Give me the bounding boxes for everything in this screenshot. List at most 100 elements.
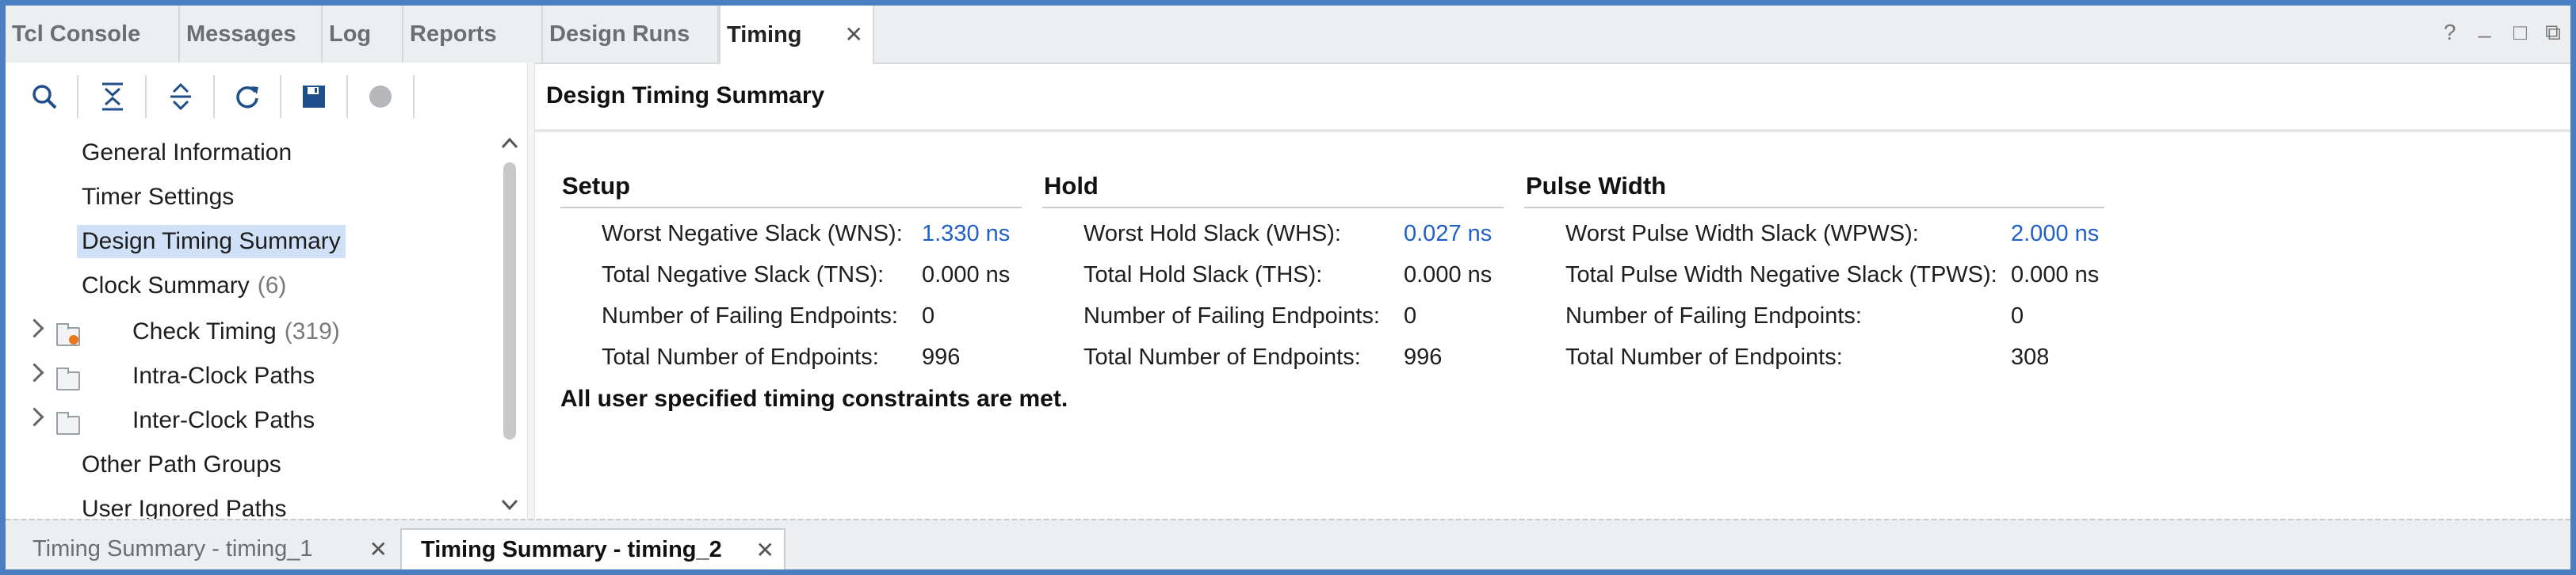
whs-value-link[interactable]: 0.027 ns <box>1404 221 1492 247</box>
tab-label: Timing Summary - timing_2 <box>421 536 722 562</box>
tree-item-other-path-groups[interactable]: Other Path Groups <box>82 444 281 486</box>
tab-label: Tcl Console <box>12 21 141 47</box>
tab-label: Log <box>329 21 372 47</box>
close-icon[interactable]: ✕ <box>756 537 774 563</box>
constraints-status-message: All user specified timing constraints ar… <box>560 386 1068 412</box>
tree-item-label: Inter-Clock Paths <box>132 407 315 433</box>
section-title: Hold <box>1042 172 1504 208</box>
tab-label: Messages <box>186 21 296 47</box>
setup-value: 0 <box>922 303 935 329</box>
close-icon[interactable]: ✕ <box>369 536 388 562</box>
setup-label: Total Negative Slack (TNS): <box>602 261 885 288</box>
hold-label: Worst Hold Slack (WHS): <box>1084 220 1341 246</box>
tree-item-label: General Information <box>82 139 292 166</box>
tab-label: Reports <box>410 21 497 47</box>
pulse-value: 0 <box>2011 303 2024 329</box>
hold-label: Total Hold Slack (THS): <box>1084 261 1323 288</box>
toolbar-separator <box>77 75 78 118</box>
tree-item-label: Design Timing Summary <box>77 225 346 258</box>
tree-scrollbar[interactable] <box>495 132 524 519</box>
toolbar-separator <box>346 75 348 118</box>
tab-log[interactable]: Log <box>323 6 403 63</box>
scroll-thumb[interactable] <box>503 162 516 440</box>
panel-title: Design Timing Summary <box>535 63 2570 132</box>
tree-item-clock-summary[interactable]: Clock Summary (6) <box>82 265 286 307</box>
split-handle[interactable] <box>527 63 535 519</box>
tree-item-label: User Ignored Paths <box>82 496 287 519</box>
report-tree: General Information Timer Settings Desig… <box>6 132 529 519</box>
setup-section: Setup <box>560 172 1022 208</box>
pulse-width-section: Pulse Width <box>1524 172 2104 208</box>
chevron-up-icon[interactable] <box>500 135 519 151</box>
tree-item-timer-settings[interactable]: Timer Settings <box>82 177 234 218</box>
toolbar-separator <box>213 75 215 118</box>
folder-warning-icon <box>56 322 80 346</box>
wpws-value-link[interactable]: 2.000 ns <box>2011 221 2099 247</box>
chevron-right-icon[interactable] <box>25 407 44 427</box>
hold-value: 996 <box>1404 345 1443 370</box>
expand-all-icon[interactable] <box>161 77 201 116</box>
tree-item-user-ignored-paths[interactable]: User Ignored Paths <box>82 489 286 519</box>
toolbar-separator <box>145 75 147 118</box>
panel-title-text: Design Timing Summary <box>546 82 825 109</box>
tab-timing-summary-2[interactable]: Timing Summary - timing_2 ✕ <box>400 528 785 569</box>
chevron-right-icon[interactable] <box>25 363 44 383</box>
setup-label: Total Number of Endpoints: <box>602 344 879 370</box>
top-tab-bar: Tcl Console Messages Log Reports Design … <box>6 6 2570 64</box>
tree-item-intra-clock-paths[interactable]: Intra-Clock Paths <box>132 356 315 397</box>
tree-item-inter-clock-paths[interactable]: Inter-Clock Paths <box>132 400 315 441</box>
hold-value: 0.000 ns <box>1404 262 1492 288</box>
setup-label: Number of Failing Endpoints: <box>602 303 898 329</box>
tab-messages[interactable]: Messages <box>180 6 323 63</box>
stop-icon[interactable] <box>361 77 400 116</box>
toolbar <box>6 63 529 131</box>
wns-value-link[interactable]: 1.330 ns <box>922 221 1010 247</box>
chevron-down-icon[interactable] <box>500 497 519 512</box>
tree-item-count: (319) <box>284 318 340 345</box>
setup-value: 0.000 ns <box>922 262 1011 288</box>
hold-section: Hold <box>1042 172 1504 208</box>
hold-label: Number of Failing Endpoints: <box>1084 303 1380 329</box>
collapse-all-icon[interactable] <box>93 77 132 116</box>
chevron-right-icon[interactable] <box>25 318 44 338</box>
setup-label: Worst Negative Slack (WNS): <box>602 220 903 246</box>
folder-icon <box>56 412 80 435</box>
pulse-label: Worst Pulse Width Slack (WPWS): <box>1565 220 1919 246</box>
tree-item-check-timing[interactable]: Check Timing (319) <box>132 311 340 352</box>
popout-icon[interactable]: ⧉ <box>2545 20 2561 46</box>
toolbar-separator <box>280 75 281 118</box>
pulse-label: Total Pulse Width Negative Slack (TPWS): <box>1565 261 1997 288</box>
tree-item-design-timing-summary[interactable]: Design Timing Summary <box>77 221 346 262</box>
tree-item-label: Clock Summary <box>82 272 250 299</box>
restore-icon[interactable]: □ <box>2513 20 2527 45</box>
search-icon[interactable] <box>25 77 64 116</box>
pulse-value: 0.000 ns <box>2011 262 2100 288</box>
hold-value: 0 <box>1404 303 1417 329</box>
tree-item-label: Timer Settings <box>82 184 235 210</box>
tree-item-label: Other Path Groups <box>82 451 281 478</box>
section-title: Pulse Width <box>1524 172 2104 208</box>
pulse-label: Number of Failing Endpoints: <box>1565 303 1862 329</box>
tab-design-runs[interactable]: Design Runs <box>543 6 719 63</box>
pulse-label: Total Number of Endpoints: <box>1565 344 1843 370</box>
tab-label: Timing Summary - timing_1 <box>32 535 313 562</box>
help-icon[interactable]: ? <box>2444 20 2456 45</box>
tab-tcl-console[interactable]: Tcl Console <box>6 6 180 63</box>
tree-item-count: (6) <box>257 272 287 299</box>
close-icon[interactable]: ✕ <box>845 21 863 48</box>
report-tab-bar: Timing Summary - timing_1 ✕ Timing Summa… <box>6 519 2570 569</box>
tree-item-label: Intra-Clock Paths <box>132 363 315 389</box>
save-icon[interactable] <box>294 77 334 116</box>
minimize-icon[interactable]: _ <box>2479 13 2491 39</box>
section-title: Setup <box>560 172 1022 208</box>
tab-reports[interactable]: Reports <box>403 6 543 63</box>
tab-timing-summary-1[interactable]: Timing Summary - timing_1 ✕ <box>13 528 397 569</box>
tree-item-general-information[interactable]: General Information <box>82 132 292 173</box>
tree-item-label: Check Timing <box>132 318 277 345</box>
pulse-value: 308 <box>2011 345 2050 370</box>
tab-timing[interactable]: Timing ✕ <box>719 6 874 64</box>
toolbar-separator <box>413 75 415 118</box>
hold-label: Total Number of Endpoints: <box>1084 344 1361 370</box>
folder-icon <box>56 367 80 390</box>
refresh-icon[interactable] <box>227 77 267 116</box>
